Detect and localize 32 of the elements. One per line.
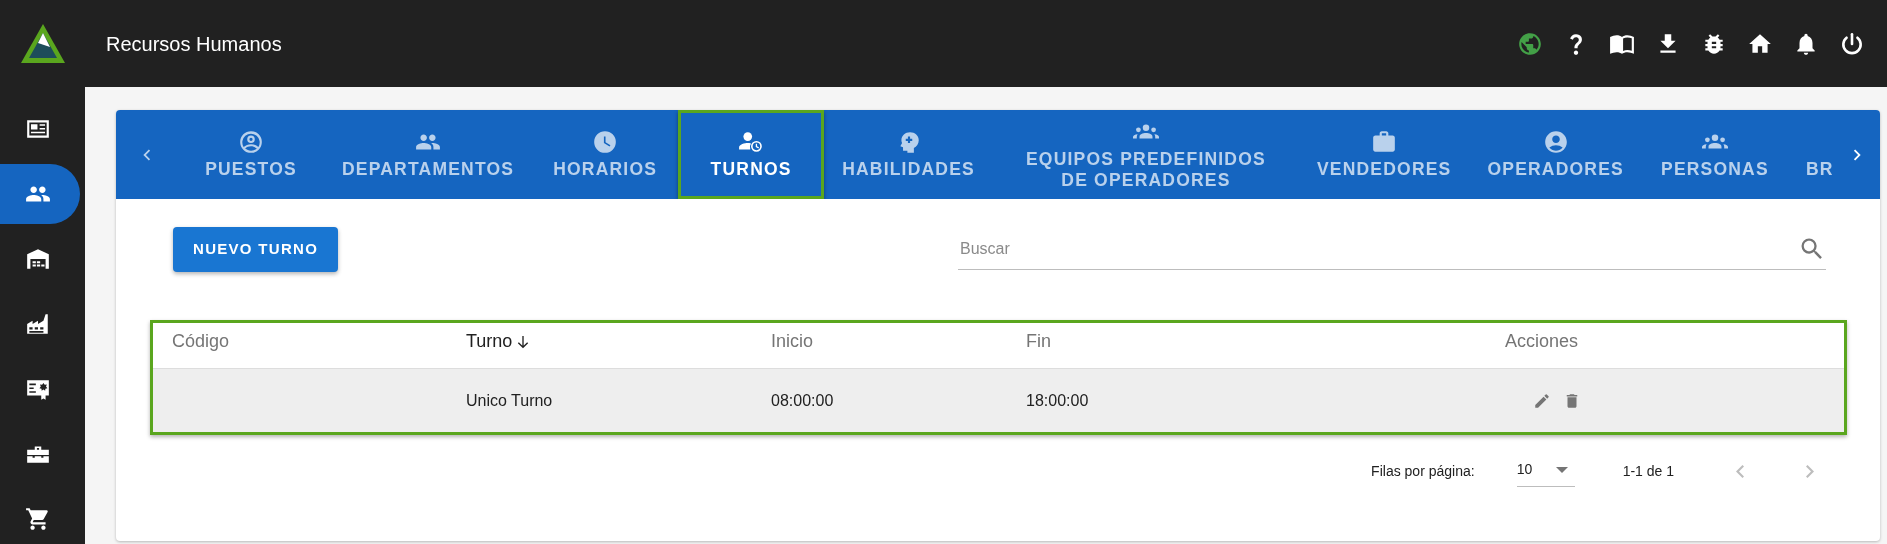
logo-icon: [19, 22, 66, 65]
tab[interactable]: OPERADORES: [1469, 110, 1642, 199]
globe-icon[interactable]: [1517, 30, 1543, 57]
tab[interactable]: PUESTOS: [178, 110, 324, 199]
clock-icon: [592, 129, 619, 156]
new-shift-button[interactable]: NUEVO TURNO: [173, 227, 339, 272]
caret-icon: [1556, 466, 1569, 473]
app-title: Recursos Humanos: [106, 31, 282, 57]
tab[interactable]: TURNOS: [678, 110, 825, 199]
factory-icon: [24, 311, 51, 337]
table-cell-text: 08:00:00: [771, 390, 834, 411]
power-icon[interactable]: [1839, 30, 1865, 57]
edit-icon[interactable]: [1533, 391, 1551, 410]
rows-per-page-select[interactable]: 10: [1516, 455, 1575, 487]
search-field[interactable]: Buscar: [958, 235, 1798, 262]
table-row[interactable]: Unico Turno 08:00:00 18:00:00: [153, 369, 1844, 432]
tab[interactable]: PERSONAS: [1641, 110, 1788, 199]
rows-per-page-label: Filas por página:: [1371, 461, 1475, 481]
chevron-right-icon: [1806, 464, 1814, 478]
tab[interactable]: HORARIOS: [532, 110, 679, 199]
tab[interactable]: HABILIDADES: [824, 110, 993, 199]
tab[interactable]: VENDEDORES: [1298, 110, 1470, 199]
table-cell-text: Unico Turno: [466, 390, 553, 411]
page-range: 1-1 de 1: [1622, 461, 1674, 481]
chevron-left-icon: [1736, 464, 1744, 478]
sidebar-item-selected[interactable]: [0, 164, 80, 224]
table-cell-text: 18:00:00: [1026, 390, 1089, 411]
tab[interactable]: BR: [1787, 110, 1834, 199]
warehouse-icon: [24, 246, 51, 272]
tab[interactable]: EQUIPOS PREDEFINIDOS DE OPERADORES: [992, 110, 1299, 199]
cart-icon: [24, 506, 51, 532]
tab[interactable]: DEPARTAMENTOS: [324, 110, 533, 199]
